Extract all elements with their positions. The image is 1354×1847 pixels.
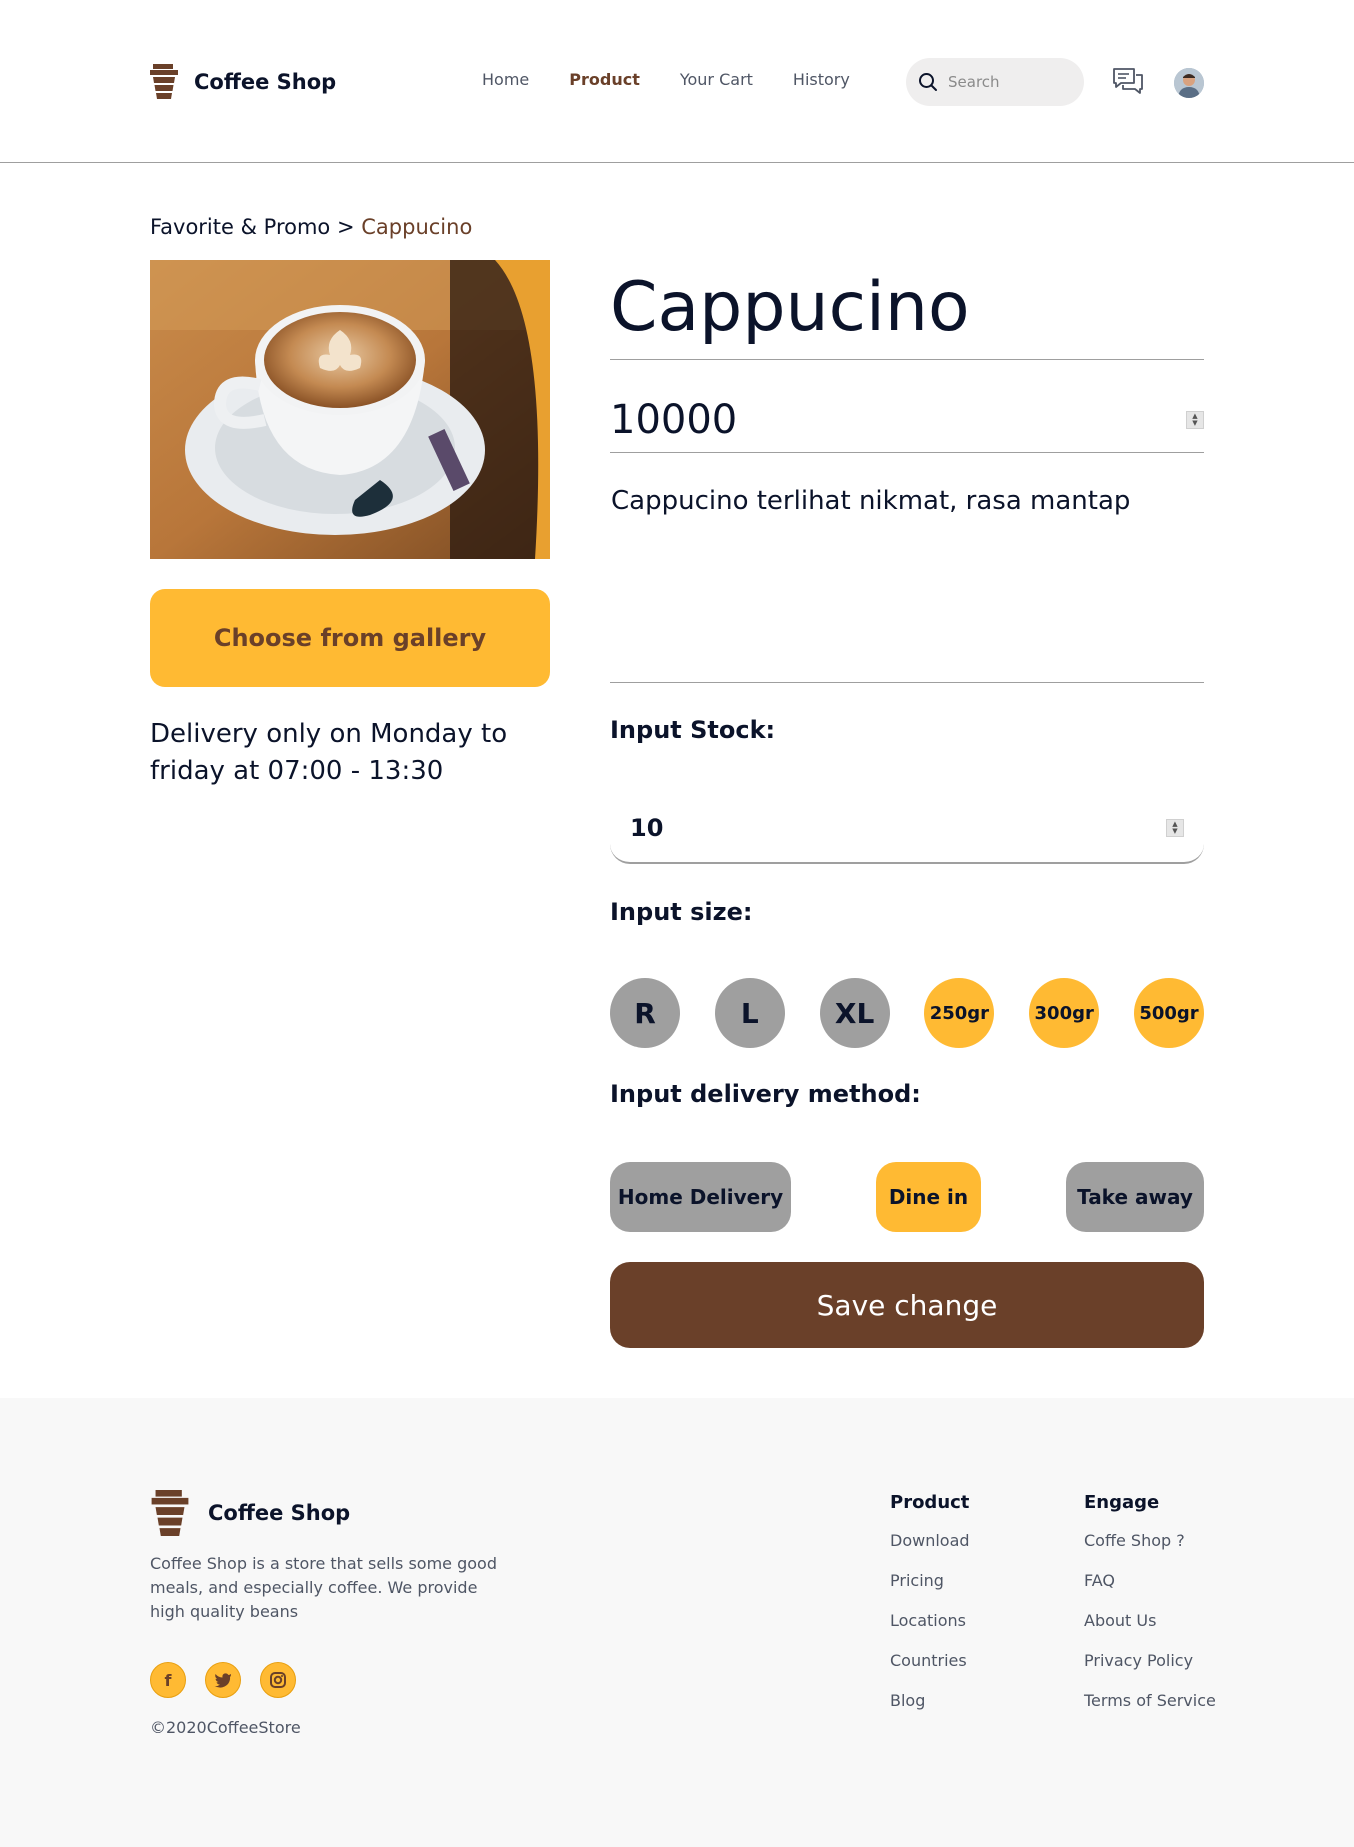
footer-link-faq[interactable]: FAQ	[1084, 1571, 1216, 1591]
spinner-down-icon: ▼	[1172, 827, 1178, 835]
brand-logo[interactable]: Coffee Shop	[150, 64, 336, 99]
size-r-button[interactable]: R	[610, 978, 680, 1048]
user-avatar-icon	[1174, 68, 1204, 98]
facebook-icon[interactable]: f	[150, 1662, 186, 1698]
instagram-glyph-icon	[270, 1672, 286, 1688]
description-underline	[610, 682, 1204, 683]
nav-home[interactable]: Home	[482, 70, 529, 89]
user-avatar[interactable]	[1174, 68, 1204, 98]
twitter-icon[interactable]	[205, 1662, 241, 1698]
product-image	[150, 260, 550, 559]
twitter-bird-icon	[214, 1673, 232, 1688]
breadcrumb: Favorite & Promo > Cappucino	[150, 215, 472, 239]
search-input[interactable]	[948, 73, 1068, 91]
footer-link-coffe-shop[interactable]: Coffe Shop ?	[1084, 1531, 1216, 1551]
breadcrumb-parent[interactable]: Favorite & Promo	[150, 215, 330, 239]
nav-history[interactable]: History	[793, 70, 850, 89]
size-250gr-button[interactable]: 250gr	[924, 978, 995, 1048]
instagram-icon[interactable]	[260, 1662, 296, 1698]
delivery-method-options: Home Delivery Dine in Take away	[610, 1162, 1204, 1232]
price-underline	[610, 452, 1204, 453]
nav-product[interactable]: Product	[569, 70, 640, 89]
footer-brand-name: Coffee Shop	[208, 1501, 351, 1525]
breadcrumb-current: Cappucino	[361, 215, 473, 239]
take-away-button[interactable]: Take away	[1066, 1162, 1204, 1232]
footer-link-countries[interactable]: Countries	[890, 1651, 970, 1671]
search-box[interactable]	[906, 58, 1084, 106]
footer-link-blog[interactable]: Blog	[890, 1691, 970, 1711]
footer-column-title: Engage	[1084, 1492, 1160, 1513]
dine-in-button[interactable]: Dine in	[876, 1162, 981, 1232]
coffee-cup-logo-icon	[150, 64, 178, 99]
footer-link-terms-of-service[interactable]: Terms of Service	[1084, 1691, 1216, 1711]
product-name-underline	[610, 359, 1204, 360]
input-stock-label: Input Stock:	[610, 716, 776, 744]
search-icon	[919, 73, 937, 91]
footer-column-engage: Engage Coffe Shop ? FAQ About Us Privacy…	[1084, 1492, 1216, 1731]
spinner-down-icon: ▼	[1192, 419, 1198, 427]
price-value: 10000	[610, 397, 738, 443]
size-options: R L XL 250gr 300gr 500gr	[610, 978, 1204, 1048]
description-field[interactable]: Cappucino terlihat nikmat, rasa mantap	[611, 486, 1130, 516]
input-size-label: Input size:	[610, 898, 753, 926]
footer-brand-logo[interactable]: Coffee Shop	[150, 1490, 350, 1536]
stock-input[interactable]: 10 ▲ ▼	[610, 794, 1204, 864]
size-300gr-button[interactable]: 300gr	[1029, 978, 1100, 1048]
stock-spinner[interactable]: ▲ ▼	[1166, 819, 1184, 837]
breadcrumb-separator: >	[336, 215, 355, 239]
footer-column-title: Product	[890, 1492, 970, 1513]
top-navbar: Coffee Shop Home Product Your Cart Histo…	[0, 0, 1354, 163]
footer-link-download[interactable]: Download	[890, 1531, 970, 1551]
footer-description: Coffee Shop is a store that sells some g…	[150, 1554, 497, 1621]
price-field[interactable]: 10000 ▲ ▼	[610, 392, 1204, 448]
nav-your-cart[interactable]: Your Cart	[680, 70, 753, 89]
save-change-button[interactable]: Save change	[610, 1262, 1204, 1348]
chat-icon[interactable]	[1112, 66, 1144, 98]
size-xl-button[interactable]: XL	[819, 978, 890, 1048]
home-delivery-button[interactable]: Home Delivery	[610, 1162, 791, 1232]
footer-link-privacy-policy[interactable]: Privacy Policy	[1084, 1651, 1216, 1671]
footer-link-locations[interactable]: Locations	[890, 1611, 970, 1631]
footer: Coffee Shop Coffee Shop is a store that …	[0, 1398, 1354, 1847]
coffee-cup-logo-icon	[151, 1490, 189, 1536]
product-name-field[interactable]: Cappucino	[610, 268, 970, 347]
footer-column-product: Product Download Pricing Locations Count…	[890, 1492, 970, 1731]
input-delivery-method-label: Input delivery method:	[610, 1080, 921, 1108]
social-links: f	[150, 1662, 315, 1698]
copyright: ©2020CoffeeStore	[150, 1718, 301, 1737]
stock-value: 10	[630, 814, 664, 842]
footer-link-pricing[interactable]: Pricing	[890, 1571, 970, 1591]
cappucino-photo	[150, 260, 550, 559]
size-l-button[interactable]: L	[714, 978, 785, 1048]
footer-link-about-us[interactable]: About Us	[1084, 1611, 1216, 1631]
main-nav: Home Product Your Cart History	[482, 70, 890, 89]
size-500gr-button[interactable]: 500gr	[1133, 978, 1204, 1048]
choose-from-gallery-button[interactable]: Choose from gallery	[150, 589, 550, 687]
price-spinner[interactable]: ▲ ▼	[1186, 411, 1204, 429]
delivery-note: Delivery only on Monday to friday at 07:…	[150, 719, 508, 786]
brand-name: Coffee Shop	[194, 69, 337, 94]
